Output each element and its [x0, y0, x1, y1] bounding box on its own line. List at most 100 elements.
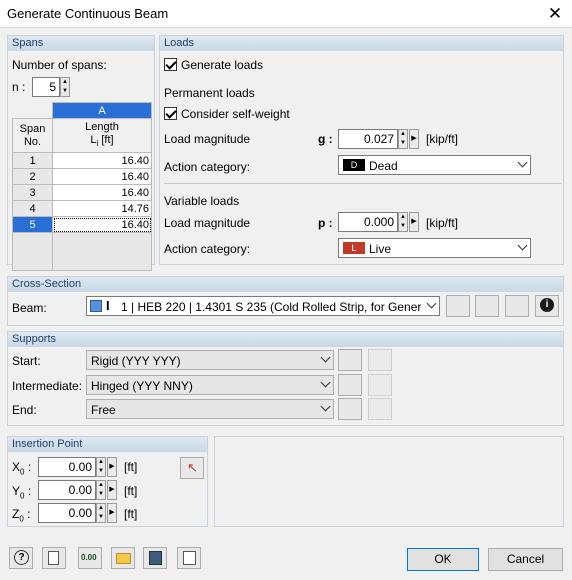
edit-section-icon[interactable] [505, 295, 529, 317]
spans-panel: Spans Number of spans: n : 5 ▲ ▼ A Span No… [7, 35, 155, 271]
edit-icon[interactable] [42, 547, 66, 569]
open-icon[interactable] [111, 547, 135, 569]
perm-magnitude-spinner[interactable]: ▲ ▼ [398, 129, 408, 149]
table-row-selected[interactable]: 5 16.40 [12, 216, 152, 233]
x0-label: X0 : [12, 460, 32, 477]
n-label: n : [12, 80, 26, 94]
chevron-down-icon [320, 401, 331, 412]
beam-label: Beam: [12, 301, 47, 315]
divider [164, 183, 561, 184]
number-of-spans-label: Number of spans: [12, 58, 107, 72]
perm-unit: [kip/ft] [426, 132, 459, 146]
var-category-label: Action category: [164, 242, 251, 256]
edit-support-icon[interactable] [368, 349, 392, 371]
units-icon[interactable]: 0.00 [78, 547, 102, 569]
chevron-down-icon [320, 352, 331, 363]
ok-button[interactable]: OK [407, 548, 479, 571]
new-support-icon[interactable] [338, 374, 362, 396]
help-icon[interactable]: ? [9, 547, 33, 569]
z0-unit: [ft] [124, 507, 138, 521]
chevron-down-icon [517, 157, 528, 168]
y0-unit: [ft] [124, 484, 138, 498]
cancel-button[interactable]: Cancel [488, 548, 563, 571]
z0-arrow-button[interactable]: ▶ [107, 503, 117, 523]
start-support-label: Start: [12, 354, 41, 368]
var-symbol: p : [318, 216, 333, 230]
y0-arrow-button[interactable]: ▶ [107, 480, 117, 500]
x0-unit: [ft] [124, 460, 138, 474]
var-unit: [kip/ft] [426, 216, 459, 230]
supports-header: Supports [8, 332, 563, 347]
table-row[interactable]: 3 16.40 [12, 184, 152, 201]
var-category-select[interactable]: L Live [338, 238, 531, 258]
loads-panel: Loads Generate loads Permanent loads Con… [159, 35, 564, 265]
var-magnitude-input[interactable]: 0.000 [338, 212, 398, 232]
perm-magnitude-arrow-button[interactable]: ▶ [409, 129, 419, 149]
pick-point-icon[interactable]: ↖ [180, 457, 204, 479]
intermediate-support-label: Intermediate: [12, 379, 83, 393]
column-letter-a: A [52, 102, 152, 119]
table-row[interactable]: 4 14.76 [12, 200, 152, 217]
self-weight-checkbox[interactable] [164, 107, 177, 120]
new-support-icon[interactable] [338, 349, 362, 371]
beam-select[interactable]: I 1 | HEB 220 | 1.4301 S 235 (Cold Rolle… [86, 296, 440, 316]
spans-header: Spans [8, 36, 154, 51]
cross-section-panel: Cross-Section Beam: I 1 | HEB 220 | 1.43… [7, 276, 564, 326]
chevron-down-icon [517, 240, 528, 251]
i-section-icon: I [106, 298, 110, 313]
chevron-down-icon [426, 298, 437, 309]
edit-support-icon[interactable] [368, 374, 392, 396]
window-title: Generate Continuous Beam [7, 6, 169, 21]
close-icon[interactable]: ✕ [543, 3, 567, 25]
y0-label: Y0 : [12, 484, 32, 501]
y0-input[interactable]: 0.00 [38, 480, 96, 500]
section-color-icon [90, 300, 102, 312]
insertion-point-panel: Insertion Point X0 : 0.00 ▲ ▼ ▶ [ft] Y0 :… [7, 436, 208, 527]
preview-box [214, 436, 564, 527]
spans-count-input[interactable]: 5 [32, 77, 60, 97]
permanent-loads-header: Permanent loads [164, 86, 255, 100]
z0-label: Z0 : [12, 507, 31, 524]
info-icon[interactable]: i [535, 295, 559, 317]
supports-panel: Supports Start: Rigid (YYY YYY) Intermed… [7, 331, 564, 426]
perm-category-select[interactable]: D Dead [338, 155, 531, 175]
new-support-icon[interactable] [338, 398, 362, 420]
section-library-icon[interactable] [446, 295, 470, 317]
var-magnitude-spinner[interactable]: ▲ ▼ [398, 212, 408, 232]
var-magnitude-label: Load magnitude [164, 216, 251, 230]
start-support-select[interactable]: Rigid (YYY YYY) [86, 350, 334, 370]
new-section-icon[interactable] [475, 295, 499, 317]
x0-spinner[interactable]: ▲ ▼ [96, 457, 106, 477]
cross-section-header: Cross-Section [8, 277, 563, 292]
z0-input[interactable]: 0.00 [38, 503, 96, 523]
live-category-badge: L [343, 242, 365, 254]
insertion-point-header: Insertion Point [8, 437, 207, 452]
y0-spinner[interactable]: ▲ ▼ [96, 480, 106, 500]
span-no-header: Span No. [12, 118, 53, 153]
perm-category-label: Action category: [164, 160, 251, 174]
generate-loads-label: Generate loads [181, 58, 264, 72]
end-support-select[interactable]: Free [86, 399, 334, 419]
chevron-down-icon [320, 377, 331, 388]
generate-loads-checkbox[interactable] [164, 58, 177, 71]
x0-arrow-button[interactable]: ▶ [107, 457, 117, 477]
save-icon[interactable] [143, 547, 167, 569]
length-header: Length Li [ft] [52, 118, 152, 153]
edit-support-icon[interactable] [368, 398, 392, 420]
export-icon[interactable] [177, 547, 201, 569]
intermediate-support-select[interactable]: Hinged (YYY NNY) [86, 375, 334, 395]
loads-header: Loads [160, 36, 563, 51]
perm-magnitude-input[interactable]: 0.027 [338, 129, 398, 149]
x0-input[interactable]: 0.00 [38, 457, 96, 477]
spans-count-spinner[interactable]: ▲ ▼ [60, 77, 70, 97]
end-support-label: End: [12, 403, 37, 417]
table-row[interactable]: 1 16.40 [12, 152, 152, 169]
spans-table: A Span No. Length Li [ft] 1 16.40 2 16.40… [12, 102, 152, 271]
variable-loads-header: Variable loads [164, 194, 240, 208]
table-row[interactable]: 2 16.40 [12, 168, 152, 185]
z0-spinner[interactable]: ▲ ▼ [96, 503, 106, 523]
self-weight-label: Consider self-weight [181, 107, 290, 121]
perm-symbol: g : [318, 132, 333, 146]
perm-magnitude-label: Load magnitude [164, 132, 251, 146]
var-magnitude-arrow-button[interactable]: ▶ [409, 212, 419, 232]
